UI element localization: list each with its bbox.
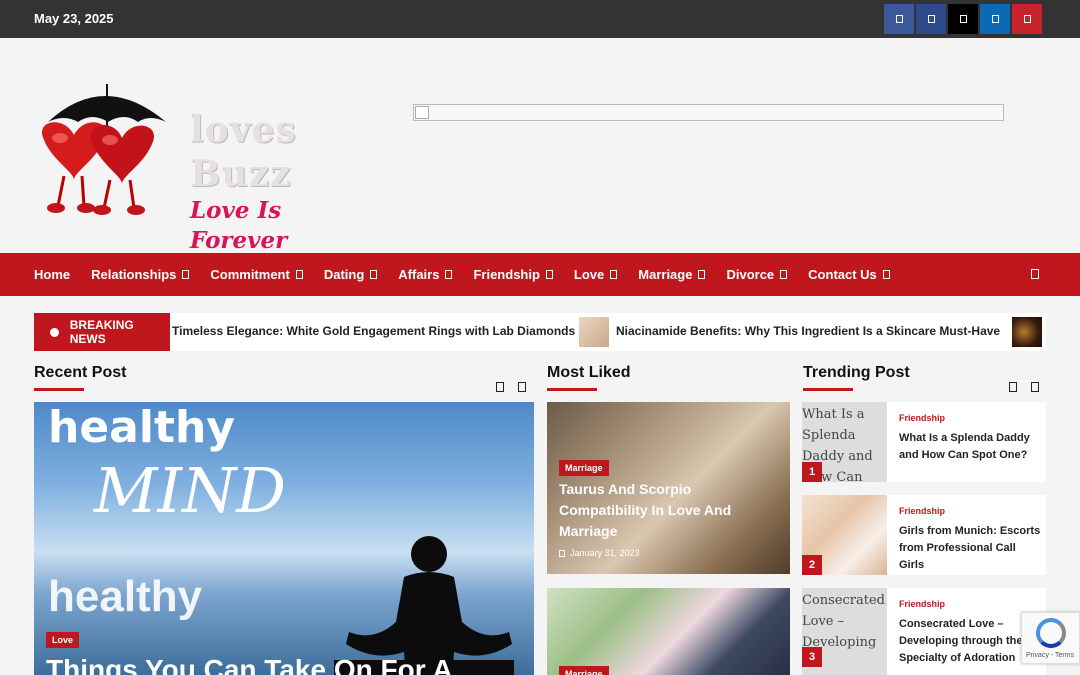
search-icon[interactable] [1031,269,1039,279]
chevron-down-icon [295,270,303,279]
top-bar: May 23, 2025 [0,0,1080,38]
ticker-item[interactable]: Niacinamide Benefits: Why This Ingredien… [616,324,1000,338]
post-title[interactable]: What Is a Splenda Daddy and How Can Spot… [899,430,1041,464]
chevron-down-icon [182,270,190,279]
recaptcha-badge[interactable]: Privacy - Terms [1021,612,1080,664]
category-badge[interactable]: Marriage [559,460,609,476]
facebook-icon[interactable] [884,4,914,34]
section-title-most-liked: Most Liked [547,364,631,391]
breaking-news-label: BREAKING NEWS [34,313,170,351]
ticker-thumbnail[interactable] [579,317,609,347]
next-arrow-icon[interactable] [1031,382,1039,392]
trending-item[interactable]: What Is a Splenda Daddy and How Can 1 Fr… [802,402,1046,482]
post-title[interactable]: Things You Can Take On For A [46,654,453,675]
most-liked-card[interactable]: Marriage Taurus And Scorpio Compatibilit… [547,402,790,574]
post-title[interactable]: Girls from Munich: Escorts from Professi… [899,523,1041,574]
nav-item-divorce[interactable]: Divorce [726,267,788,282]
category-badge[interactable]: Marriage [559,666,609,675]
pinterest-icon[interactable] [1012,4,1042,34]
header-ad-banner[interactable] [413,104,1004,121]
ticker-thumbnail[interactable] [1012,317,1042,347]
clock-icon [559,549,565,557]
nav-item-commitment[interactable]: Commitment [210,267,303,282]
nav-item-dating[interactable]: Dating [324,267,378,282]
chevron-down-icon [882,270,890,279]
social-links [884,4,1042,34]
main-navigation: Home Relationships Commitment Dating Aff… [0,253,1080,296]
nav-item-affairs[interactable]: Affairs [398,267,453,282]
post-title[interactable]: Taurus And Scorpio Compatibility In Love… [559,479,779,542]
vk-icon[interactable] [916,4,946,34]
image-text: healthy [48,402,235,453]
nav-item-home[interactable]: Home [34,267,70,282]
umbrella-hearts-logo[interactable] [34,80,174,216]
most-liked-card[interactable]: Marriage [547,588,790,675]
trending-item[interactable]: 2 Friendship Girls from Munich: Escorts … [802,495,1046,575]
image-text: healthy [48,572,203,621]
section-title-recent: Recent Post [34,364,127,391]
x-twitter-icon[interactable] [948,4,978,34]
prev-arrow-icon[interactable] [496,382,504,392]
nav-item-love[interactable]: Love [574,267,618,282]
prev-arrow-icon[interactable] [1009,382,1017,392]
brand[interactable]: loves Buzz Love Is Forever [190,108,370,256]
chevron-down-icon [610,270,618,279]
ticker-item[interactable]: Timeless Elegance: White Gold Engagement… [172,324,575,338]
recaptcha-icon [1036,618,1066,648]
category-link[interactable]: Friendship [899,413,945,423]
nav-item-marriage[interactable]: Marriage [638,267,706,282]
rank-badge: 3 [802,647,822,667]
trending-item[interactable]: Consecrated Love – Developing 3 Friendsh… [802,588,1046,675]
next-arrow-icon[interactable] [518,382,526,392]
current-date: May 23, 2025 [34,11,114,26]
nav-item-friendship[interactable]: Friendship [473,267,553,282]
site-tagline: Love Is Forever [190,197,288,254]
category-badge[interactable]: Love [46,632,80,648]
image-text: MIND [94,454,286,527]
post-date: January 31, 2023 [559,548,640,558]
nav-item-contact-us[interactable]: Contact Us [808,267,890,282]
category-link[interactable]: Friendship [899,599,945,609]
broken-image-icon [415,106,429,119]
live-dot-icon [50,327,59,337]
rank-badge: 1 [802,462,822,482]
section-title-trending: Trending Post [803,364,910,391]
category-link[interactable]: Friendship [899,506,945,516]
chevron-down-icon [445,270,453,279]
recaptcha-links[interactable]: Privacy - Terms [1026,652,1074,659]
chevron-down-icon [370,270,378,279]
breaking-news-ticker: Timeless Elegance: White Gold Engagement… [34,313,1046,351]
nav-item-relationships[interactable]: Relationships [91,267,190,282]
rank-badge: 2 [802,555,822,575]
chevron-down-icon [698,270,706,279]
post-title[interactable]: Consecrated Love – Developing through th… [899,616,1041,667]
site-name: loves Buzz [190,109,297,195]
chevron-down-icon [545,270,553,279]
chevron-down-icon [780,270,788,279]
featured-post[interactable]: healthy MIND healthy Love Things You Can… [34,402,534,675]
linkedin-icon[interactable] [980,4,1010,34]
